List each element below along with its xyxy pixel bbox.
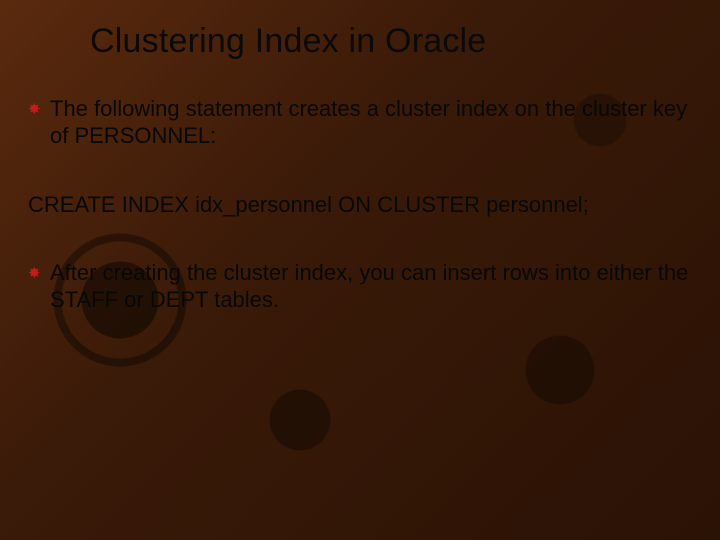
bullet-icon: ✸ xyxy=(28,266,46,281)
slide-body: ✸ The following statement creates a clus… xyxy=(28,96,692,356)
bullet-item: ✸ After creating the cluster index, you … xyxy=(28,260,692,314)
bullet-text: After creating the cluster index, you ca… xyxy=(50,260,692,314)
slide: Clustering Index in Oracle ✸ The followi… xyxy=(0,0,720,540)
bullet-item: ✸ The following statement creates a clus… xyxy=(28,96,692,150)
code-statement: CREATE INDEX idx_personnel ON CLUSTER pe… xyxy=(28,192,692,219)
slide-title: Clustering Index in Oracle xyxy=(90,22,486,61)
bullet-icon: ✸ xyxy=(28,102,46,117)
bullet-text: The following statement creates a cluste… xyxy=(50,96,692,150)
